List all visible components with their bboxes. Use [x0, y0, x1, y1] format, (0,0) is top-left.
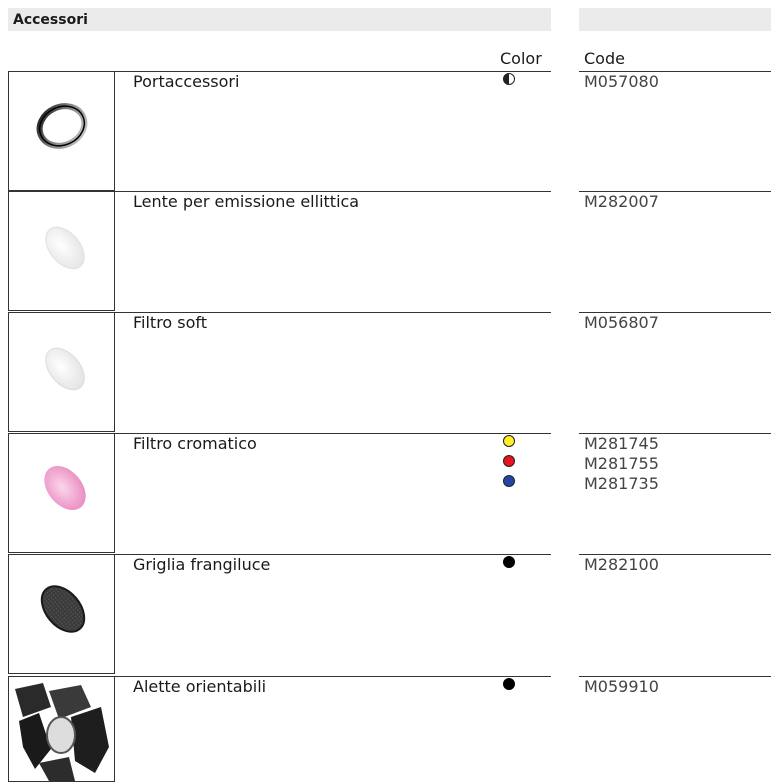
- blue-swatch-icon: [503, 475, 515, 487]
- accessory-row: Griglia frangiluce M282100: [0, 554, 771, 676]
- accessory-row: Filtro cromatico M281745 M281755 M281735: [0, 433, 771, 555]
- item-code: M057080: [584, 72, 659, 91]
- item-name: Alette orientabili: [133, 677, 267, 696]
- yellow-swatch-icon: [503, 435, 515, 447]
- color-swatches: [500, 678, 520, 698]
- soft-filter-icon: [8, 312, 115, 432]
- item-codes: M281745 M281755 M281735: [584, 434, 659, 494]
- item-codes: M282007: [584, 192, 659, 212]
- color-filter-icon: [8, 433, 115, 553]
- accessory-row: Filtro soft M056807: [0, 312, 771, 434]
- item-name: Filtro soft: [133, 313, 208, 332]
- accessory-row: Portaccessori M057080: [0, 71, 771, 193]
- code-column-label: Code: [584, 49, 625, 68]
- item-code: M282007: [584, 192, 659, 211]
- barn-doors-icon: [8, 676, 115, 782]
- section-header: Accessori: [8, 8, 551, 31]
- item-code: M281745: [584, 434, 659, 453]
- item-codes: M057080: [584, 72, 659, 92]
- ring-holder-icon: [8, 71, 115, 191]
- color-swatches: [500, 556, 520, 576]
- black-swatch-icon: [503, 556, 515, 568]
- elliptical-lens-icon: [8, 191, 115, 311]
- item-codes: M282100: [584, 555, 659, 575]
- item-code: M281735: [584, 474, 659, 493]
- black-swatch-icon: [503, 678, 515, 690]
- honeycomb-grid-icon: [8, 554, 115, 674]
- item-name: Griglia frangiluce: [133, 555, 271, 574]
- item-name: Portaccessori: [133, 72, 240, 91]
- item-code: M282100: [584, 555, 659, 574]
- item-codes: M056807: [584, 313, 659, 333]
- item-code: M056807: [584, 313, 659, 332]
- section-title: Accessori: [13, 12, 88, 28]
- half-tone-swatch-icon: [503, 73, 515, 85]
- item-name: Filtro cromatico: [133, 434, 257, 453]
- item-code: M059910: [584, 677, 659, 696]
- accessory-row: Lente per emissione ellittica M282007: [0, 191, 771, 313]
- code-column-header-bar: [579, 8, 771, 31]
- item-code: M281755: [584, 454, 659, 473]
- item-name: Lente per emissione ellittica: [133, 192, 360, 211]
- accessory-row: Alette orientabili M059910: [0, 676, 771, 782]
- color-column-label: Color: [500, 49, 542, 68]
- red-swatch-icon: [503, 455, 515, 467]
- item-codes: M059910: [584, 677, 659, 697]
- color-swatches: [500, 435, 520, 495]
- color-swatches: [500, 73, 520, 93]
